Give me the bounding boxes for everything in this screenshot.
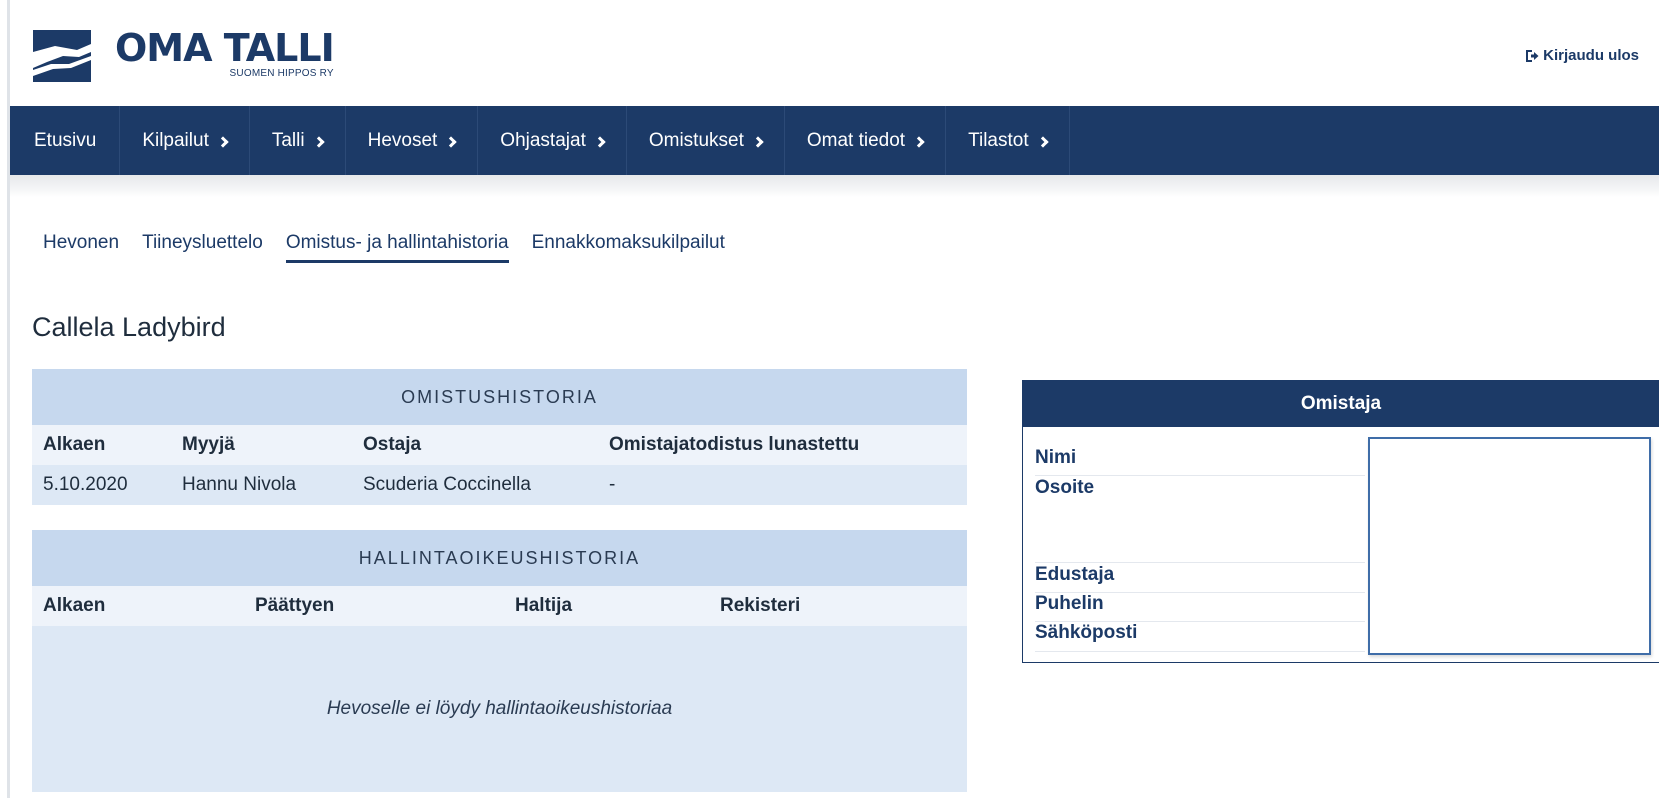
logout-label: Kirjaudu ulos <box>1543 47 1639 64</box>
owner-field-representative: Edustaja <box>1035 564 1365 593</box>
management-history-title: HALLINTAOIKEUSHISTORIA <box>32 530 967 586</box>
empty-state-message: Hevoselle ei löydy hallintaoikeushistori… <box>32 626 967 792</box>
chevron-right-icon <box>445 135 457 148</box>
logo-title: OMA TALLI <box>115 26 335 70</box>
nav-item-ohjastajat[interactable]: Ohjastajat <box>478 106 627 175</box>
oma-talli-logo[interactable]: OMA TALLI SUOMEN HIPPOS RY <box>33 26 335 82</box>
management-history-table: HALLINTAOIKEUSHISTORIA Alkaen Päättyen H… <box>32 530 967 792</box>
logout-button[interactable]: Kirjaudu ulos <box>1525 47 1639 64</box>
ownership-history-table: OMISTUSHISTORIA Alkaen Myyjä Ostaja Omis… <box>32 369 967 505</box>
column-header: Alkaen <box>43 595 106 616</box>
logout-icon <box>1526 49 1539 62</box>
main-nav: Etusivu Kilpailut Talli Hevoset Ohjastaj… <box>10 106 1659 175</box>
nav-item-hevoset[interactable]: Hevoset <box>346 106 479 175</box>
horse-logo-icon <box>33 30 91 82</box>
chevron-right-icon <box>217 135 229 148</box>
column-header: Päättyen <box>255 595 335 616</box>
tab-hevonen[interactable]: Hevonen <box>43 232 119 263</box>
chevron-right-icon <box>913 135 925 148</box>
nav-item-kilpailut[interactable]: Kilpailut <box>120 106 250 175</box>
owner-field-address: Osoite <box>1035 477 1365 563</box>
header: OMA TALLI SUOMEN HIPPOS RY Kirjaudu ulos <box>10 0 1659 106</box>
column-header: Ostaja <box>363 434 422 455</box>
nav-item-talli[interactable]: Talli <box>250 106 346 175</box>
column-header: Myyjä <box>182 434 235 455</box>
chevron-right-icon <box>312 135 325 148</box>
owner-field-name: Nimi <box>1035 447 1365 476</box>
tab-tiineysluettelo[interactable]: Tiineysluettelo <box>142 232 263 263</box>
owner-card-title: Omistaja <box>1023 381 1659 427</box>
nav-item-label: Hevoset <box>367 129 438 151</box>
chevron-right-icon <box>594 135 606 148</box>
page-title: Callela Ladybird <box>32 312 226 342</box>
table-cell: Hannu Nivola <box>182 474 297 495</box>
nav-item-label: Omistukset <box>648 129 744 151</box>
owner-field-phone: Puhelin <box>1035 593 1365 622</box>
column-header: Haltija <box>515 595 573 616</box>
owner-field-email: Sähköposti <box>1035 622 1365 652</box>
left-edge-rule <box>0 0 10 798</box>
nav-shadow <box>10 175 1659 197</box>
table-cell: - <box>609 474 616 495</box>
table-cell: 5.10.2020 <box>43 474 128 495</box>
owner-details-popup <box>1368 437 1651 655</box>
table-row: 5.10.2020 Hannu Nivola Scuderia Coccinel… <box>32 465 967 505</box>
nav-item-omistukset[interactable]: Omistukset <box>627 106 785 175</box>
column-header: Rekisteri <box>720 595 801 616</box>
nav-item-label: Etusivu <box>34 129 97 151</box>
subtabs: Hevonen Tiineysluettelo Omistus- ja hall… <box>43 232 748 263</box>
nav-item-label: Talli <box>271 129 305 151</box>
nav-item-label: Kilpailut <box>142 129 209 151</box>
ownership-history-title: OMISTUSHISTORIA <box>32 369 967 425</box>
tab-omistus-ja-hallintahistoria[interactable]: Omistus- ja hallintahistoria <box>285 232 509 263</box>
nav-item-omat-tiedot[interactable]: Omat tiedot <box>785 106 947 175</box>
column-header: Alkaen <box>43 434 106 455</box>
table-header-row: Alkaen Päättyen Haltija Rekisteri <box>32 586 967 626</box>
tab-ennakkomaksukilpailut[interactable]: Ennakkomaksukilpailut <box>532 232 725 263</box>
chevron-right-icon <box>752 135 764 148</box>
chevron-right-icon <box>1036 135 1049 148</box>
column-header: Omistajatodistus lunastettu <box>609 434 860 455</box>
nav-item-etusivu[interactable]: Etusivu <box>10 106 121 175</box>
table-cell: Scuderia Coccinella <box>363 474 531 495</box>
nav-item-label: Ohjastajat <box>500 129 586 151</box>
nav-item-label: Omat tiedot <box>806 129 906 151</box>
nav-item-label: Tilastot <box>968 129 1029 151</box>
nav-item-tilastot[interactable]: Tilastot <box>946 106 1070 175</box>
table-header-row: Alkaen Myyjä Ostaja Omistajatodistus lun… <box>32 425 967 465</box>
